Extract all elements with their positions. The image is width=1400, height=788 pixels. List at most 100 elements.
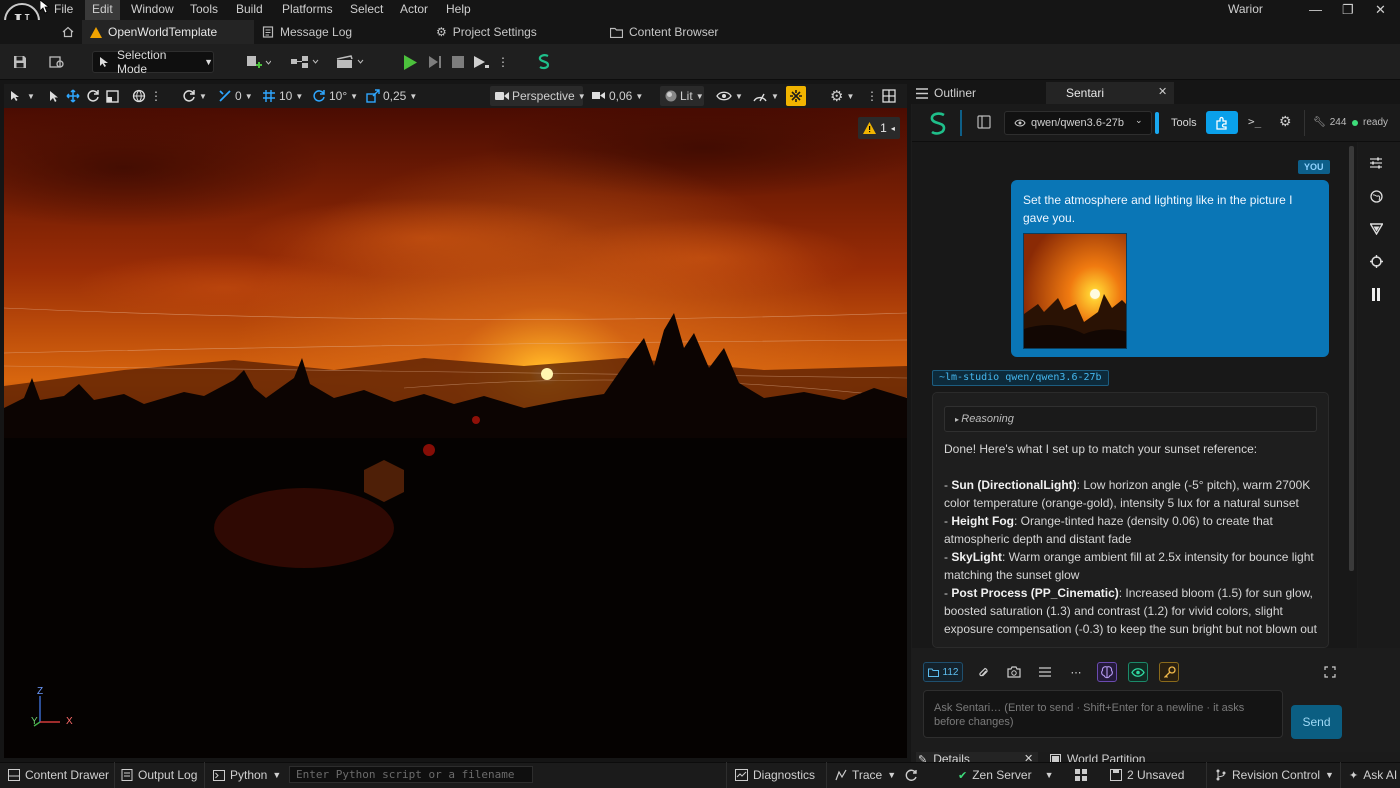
sidebar-toggle-icon[interactable]	[977, 115, 993, 131]
cinematics-icon[interactable]	[334, 50, 368, 74]
lit-sphere-icon	[665, 90, 677, 102]
list-item: - Sun (DirectionalLight): Low horizon an…	[944, 478, 1311, 510]
viewport-layout-icon[interactable]	[882, 86, 896, 106]
surface-snap-dropdown[interactable]: ▼	[182, 86, 207, 106]
unsaved-button[interactable]: 2 Unsaved	[1110, 762, 1184, 788]
revision-control-dropdown[interactable]: Revision Control ▼	[1206, 762, 1334, 788]
translate-tool-icon[interactable]	[66, 86, 80, 106]
brain-icon[interactable]	[1097, 662, 1117, 682]
send-button[interactable]: Send	[1291, 705, 1342, 739]
key-icon[interactable]	[1159, 662, 1179, 682]
performance-dropdown[interactable]: ▼	[752, 86, 779, 106]
globe-icon[interactable]	[1370, 190, 1383, 203]
menu-help[interactable]: Help	[439, 0, 478, 20]
tab-sentari[interactable]: Sentari ✕	[1046, 82, 1174, 104]
target-icon[interactable]	[1370, 255, 1383, 268]
user-message-bubble: Set the atmosphere and lighting like in …	[1011, 180, 1329, 357]
scale-tool-icon[interactable]	[106, 86, 119, 106]
lighting-mode-dropdown[interactable]: Lit ▼	[660, 86, 704, 106]
tab-openworldtemplate[interactable]: OpenWorldTemplate	[82, 20, 254, 44]
eject-icon[interactable]	[472, 50, 490, 74]
camera-speed-dropdown[interactable]: 0,06 ▼	[592, 86, 643, 106]
sentari-settings-icon[interactable]: ⚙	[1279, 113, 1292, 130]
python-console-dropdown[interactable]: Python ▼	[204, 762, 281, 788]
menu-platforms[interactable]: Platforms	[275, 0, 340, 20]
save-icon[interactable]	[10, 50, 30, 74]
chat-input[interactable]: Ask Sentari… (Enter to send · Shift+Ente…	[923, 690, 1283, 738]
minimize-icon[interactable]: —	[1309, 0, 1322, 20]
level-viewport[interactable]: 1 ◂ Z Y X	[4, 108, 907, 758]
viewport-settings-dropdown[interactable]: ⚙ ▼	[830, 86, 854, 106]
tab-message-log[interactable]: Message Log	[262, 20, 422, 44]
show-flags-dropdown[interactable]: ▼	[716, 86, 743, 106]
close-window-icon[interactable]: ✕	[1375, 0, 1386, 20]
browse-level-icon[interactable]	[46, 50, 68, 74]
context-files-button[interactable]: 112	[923, 662, 963, 682]
sentari-logo-icon[interactable]	[534, 50, 554, 74]
chat-scrollbar[interactable]	[1349, 146, 1354, 571]
tab-project-settings[interactable]: ⚙ Project Settings	[436, 20, 596, 44]
grid-snap-dropdown[interactable]: 10 ▼	[262, 86, 303, 106]
menu-actor[interactable]: Actor	[393, 0, 435, 20]
viewport-options-dropdown[interactable]: ▼	[10, 86, 35, 106]
pause-icon[interactable]	[1371, 288, 1381, 301]
menu-edit[interactable]: Edit	[85, 0, 120, 20]
trace-dropdown[interactable]: Trace ▼	[826, 762, 896, 788]
terminal-icon[interactable]: >_	[1248, 115, 1261, 128]
play-options-icon[interactable]: ⋮	[497, 50, 509, 74]
screenshot-camera-icon[interactable]	[1004, 662, 1024, 682]
view-mode-dropdown[interactable]: Perspective ▼	[490, 86, 586, 106]
close-tab-icon[interactable]: ✕	[1158, 85, 1167, 98]
menu-select[interactable]: Select	[343, 0, 390, 20]
python-console-input[interactable]: Enter Python script or a filename	[289, 766, 533, 783]
menu-file[interactable]: File	[47, 0, 80, 20]
scale-snap-dropdown[interactable]: 0,25 ▼	[366, 86, 417, 106]
menu-window[interactable]: Window	[124, 0, 181, 20]
rotate-tool-icon[interactable]	[86, 86, 100, 106]
restore-icon[interactable]: ❐	[1342, 0, 1354, 20]
select-tool-icon[interactable]	[48, 86, 60, 106]
ask-ai-button[interactable]: ✦ Ask AI	[1340, 762, 1397, 788]
viewport-warning-button[interactable]: 1 ◂	[858, 117, 900, 139]
live-coding-icon[interactable]	[905, 762, 918, 788]
tab-label: Project Settings	[452, 25, 537, 39]
transform-options-icon[interactable]: ⋮	[150, 86, 162, 106]
tab-label: Content Browser	[629, 25, 719, 39]
source-control-icon[interactable]	[1075, 762, 1087, 788]
sliders-icon[interactable]	[1369, 156, 1383, 170]
tools-label[interactable]: Tools	[1171, 117, 1197, 129]
list-icon[interactable]	[1035, 662, 1055, 682]
divider	[960, 110, 962, 136]
viewport-more-icon[interactable]: ⋮	[866, 86, 878, 106]
triangle-logo-icon[interactable]	[1370, 223, 1383, 235]
expand-icon[interactable]	[1320, 662, 1340, 682]
rotate-snap-dropdown[interactable]: 10° ▼	[312, 86, 358, 106]
attach-icon[interactable]	[973, 662, 993, 682]
world-space-icon[interactable]	[132, 86, 146, 106]
realtime-toggle-icon[interactable]	[786, 86, 806, 106]
menu-tools[interactable]: Tools	[183, 0, 225, 20]
reasoning-toggle[interactable]: ▸ Reasoning	[944, 406, 1317, 432]
more-options-icon[interactable]: ⋯	[1066, 662, 1086, 682]
tab-outliner[interactable]: Outliner	[916, 82, 976, 104]
play-icon[interactable]	[400, 50, 420, 74]
diagnostics-button[interactable]: Diagnostics	[726, 762, 815, 788]
output-log-button[interactable]: Output Log	[114, 762, 197, 788]
tools-puzzle-icon[interactable]	[1206, 111, 1238, 134]
tab-content-browser[interactable]: Content Browser	[610, 20, 770, 44]
selection-mode-dropdown[interactable]: Selection Mode ▼	[92, 48, 214, 76]
advance-frame-icon[interactable]	[426, 50, 444, 74]
home-icon[interactable]	[58, 20, 78, 44]
add-actor-icon[interactable]	[242, 50, 274, 74]
item-title: Height Fog	[951, 514, 1014, 528]
menu-build[interactable]: Build	[229, 0, 270, 20]
translate-snap-dropdown[interactable]: 0 ▼	[218, 86, 253, 106]
model-selector-dropdown[interactable]: qwen/qwen3.6-27b ⌄	[1004, 111, 1152, 135]
blueprint-icon[interactable]	[288, 50, 322, 74]
vision-eye-icon[interactable]	[1128, 662, 1148, 682]
zen-server-dropdown[interactable]: ✔ Zen Server ▼	[958, 762, 1054, 788]
stop-icon[interactable]	[450, 50, 466, 74]
content-drawer-button[interactable]: Content Drawer	[8, 762, 109, 788]
reference-image[interactable]	[1023, 233, 1127, 349]
item-title: Sun (DirectionalLight)	[951, 478, 1077, 492]
